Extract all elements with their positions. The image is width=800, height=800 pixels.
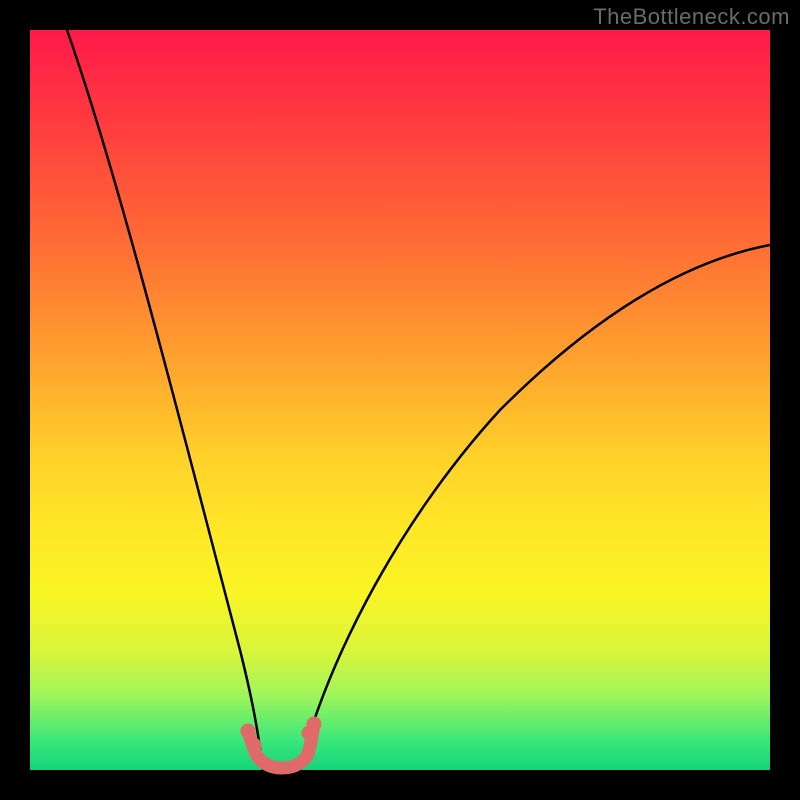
plot-area [30, 30, 770, 770]
right-marker-bot [302, 726, 317, 741]
curve-layer [30, 30, 770, 770]
left-marker-top [241, 724, 256, 739]
left-curve [67, 30, 263, 770]
chart-frame: TheBottleneck.com [0, 0, 800, 800]
watermark-text: TheBottleneck.com [593, 4, 790, 30]
left-marker-bot [247, 738, 262, 753]
right-curve [300, 245, 770, 770]
